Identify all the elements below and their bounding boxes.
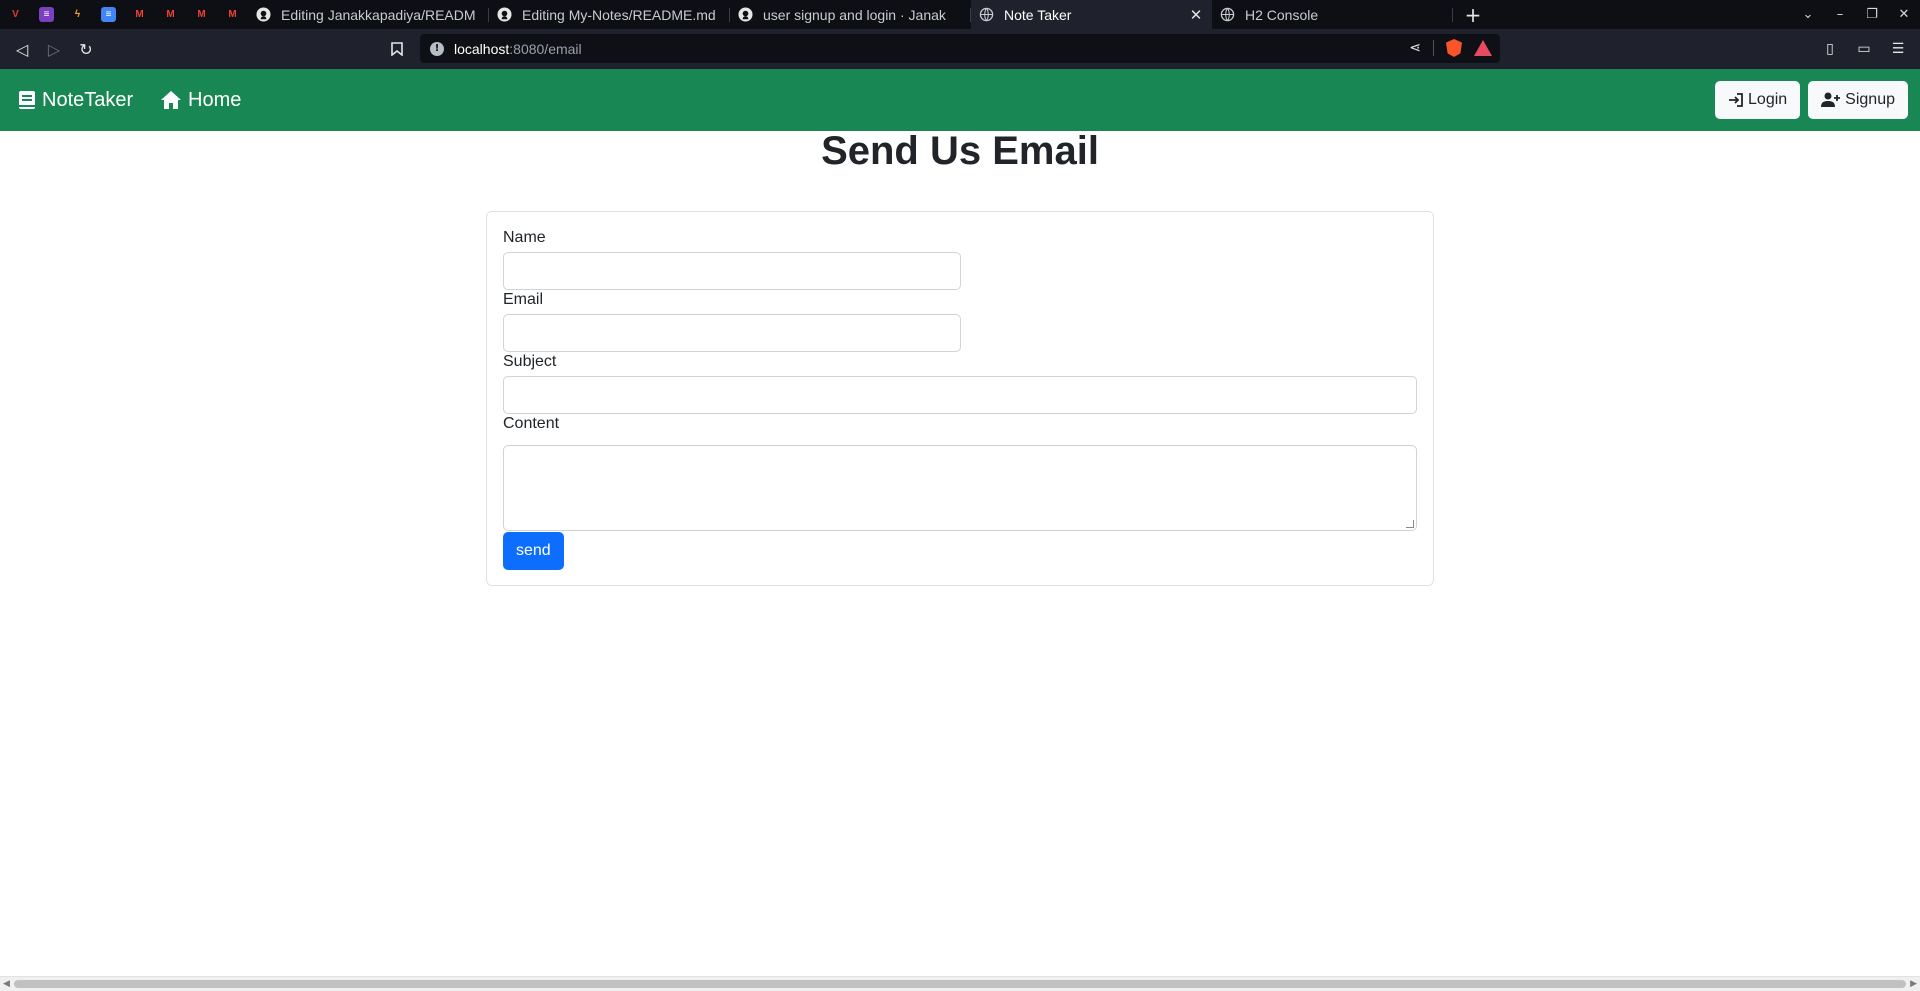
minimize-button[interactable]: – [1824,0,1856,29]
divider [1433,40,1434,56]
browser-tab[interactable]: H2 Console [1212,0,1453,29]
name-input[interactable] [503,252,961,290]
pinned-tabs: V ≡ ϟ ≡ M M M M [0,0,248,29]
address-bar-actions: ⋖ [1409,39,1492,57]
brave-shield-icon[interactable] [1446,39,1462,57]
email-label: Email [503,291,544,308]
lightning-icon: ϟ [74,9,81,20]
auth-buttons: Login Signup [1715,81,1908,119]
browser-toolbar: ◁ ▷ ↻ ! localhost:8080/email ⋖ ▯ ▭ ☰ [0,29,1920,69]
name-label: Name [503,229,546,246]
tab-title: Editing Janakkapadiya/READM [281,6,476,23]
tab-title: H2 Console [1245,6,1319,23]
wallet-icon[interactable]: ▭ [1852,37,1876,61]
home-link[interactable]: Home [160,69,241,131]
rewards-icon[interactable] [1474,40,1492,56]
pinned-tab[interactable]: ≡ [31,0,62,29]
browser-tab[interactable]: user signup and login · Janak [730,0,971,29]
book-icon [19,91,35,109]
pinned-tab[interactable]: ≡ [93,0,124,29]
bookmark-icon[interactable] [385,37,409,61]
email-form-card: Name Email Subject Content send [486,211,1434,586]
github-icon [497,7,512,22]
resize-handle[interactable] [1406,520,1414,528]
github-icon [738,7,753,22]
login-label: Login [1748,91,1788,108]
gmail-icon: M [197,9,206,20]
vivaldi-icon: V [12,9,19,20]
email-input[interactable] [503,314,961,352]
tab-title: user signup and login · Janak [763,6,946,23]
page-title: Send Us Email [821,129,1099,173]
content-textarea[interactable] [503,445,1417,531]
pinned-tab[interactable]: M [217,0,248,29]
site-info-icon[interactable]: ! [430,41,444,56]
scrollbar-thumb[interactable] [14,980,1906,988]
pinned-tab[interactable]: M [155,0,186,29]
url-host: localhost [454,40,510,57]
send-button[interactable]: send [503,532,564,570]
subject-input[interactable] [503,376,1417,414]
tab-title: Note Taker [1004,6,1072,23]
scroll-left-icon[interactable]: ◀ [3,979,10,989]
github-icon [256,7,271,22]
browser-tab[interactable]: Editing Janakkapadiya/READM [248,0,489,29]
gmail-icon: M [228,9,237,20]
tab-separator [1452,8,1453,22]
tab-search-icon[interactable]: ⌄ [1792,0,1824,29]
pinned-tab[interactable]: M [186,0,217,29]
subject-label: Subject [503,353,557,370]
share-icon[interactable]: ⋖ [1409,40,1421,56]
browser-tab[interactable]: Editing My-Notes/README.md [489,0,730,29]
signup-label: Signup [1845,91,1895,108]
login-button[interactable]: Login [1715,81,1801,119]
new-tab-button[interactable]: + [1453,0,1493,29]
horizontal-scrollbar[interactable]: ◀ ▶ [0,976,1920,991]
back-button[interactable]: ◁ [10,37,34,61]
scroll-right-icon[interactable]: ▶ [1910,979,1917,989]
reload-icon[interactable]: ↻ [74,37,98,61]
user-plus-icon [1821,92,1841,107]
restore-button[interactable]: ❐ [1856,0,1888,29]
gmail-icon: M [166,9,175,20]
browser-tab[interactable]: Note Taker ✕ [971,0,1212,29]
pinned-tab[interactable]: M [124,0,155,29]
close-window-button[interactable]: ✕ [1888,0,1920,29]
globe-icon [979,7,994,22]
pinned-tab[interactable]: V [0,0,31,29]
address-bar[interactable]: ! localhost:8080/email ⋖ [420,34,1500,63]
app-navbar: NoteTaker Home Login Signup [0,69,1920,131]
docs-icon: ≡ [101,7,116,22]
url-path: :8080/email [509,40,582,57]
signup-button[interactable]: Signup [1808,81,1908,119]
forward-button[interactable]: ▷ [42,37,66,61]
brand-name: NoteTaker [42,88,134,111]
tab-title: Editing My-Notes/README.md [522,6,716,23]
browser-tab-bar: V ≡ ϟ ≡ M M M M Editing Janakkapadiya/READM Edit… [0,0,1920,29]
gmail-icon: M [135,9,144,20]
window-controls: ⌄ – ❐ ✕ [1792,0,1920,29]
toolbar-right: ▯ ▭ ☰ [1818,37,1910,61]
sidebar-icon[interactable]: ▯ [1818,37,1842,61]
app-icon: ≡ [39,7,54,22]
pinned-tab[interactable]: ϟ [62,0,93,29]
content-label: Content [503,415,560,432]
login-icon [1729,93,1743,107]
tab-strip: Editing Janakkapadiya/READM Editing My-No… [248,0,1453,29]
globe-icon [1220,7,1235,22]
brand-link[interactable]: NoteTaker [18,69,133,131]
close-tab-icon[interactable]: ✕ [1188,6,1204,24]
home-label: Home [188,88,242,111]
menu-icon[interactable]: ☰ [1886,37,1910,61]
home-icon [161,91,181,109]
